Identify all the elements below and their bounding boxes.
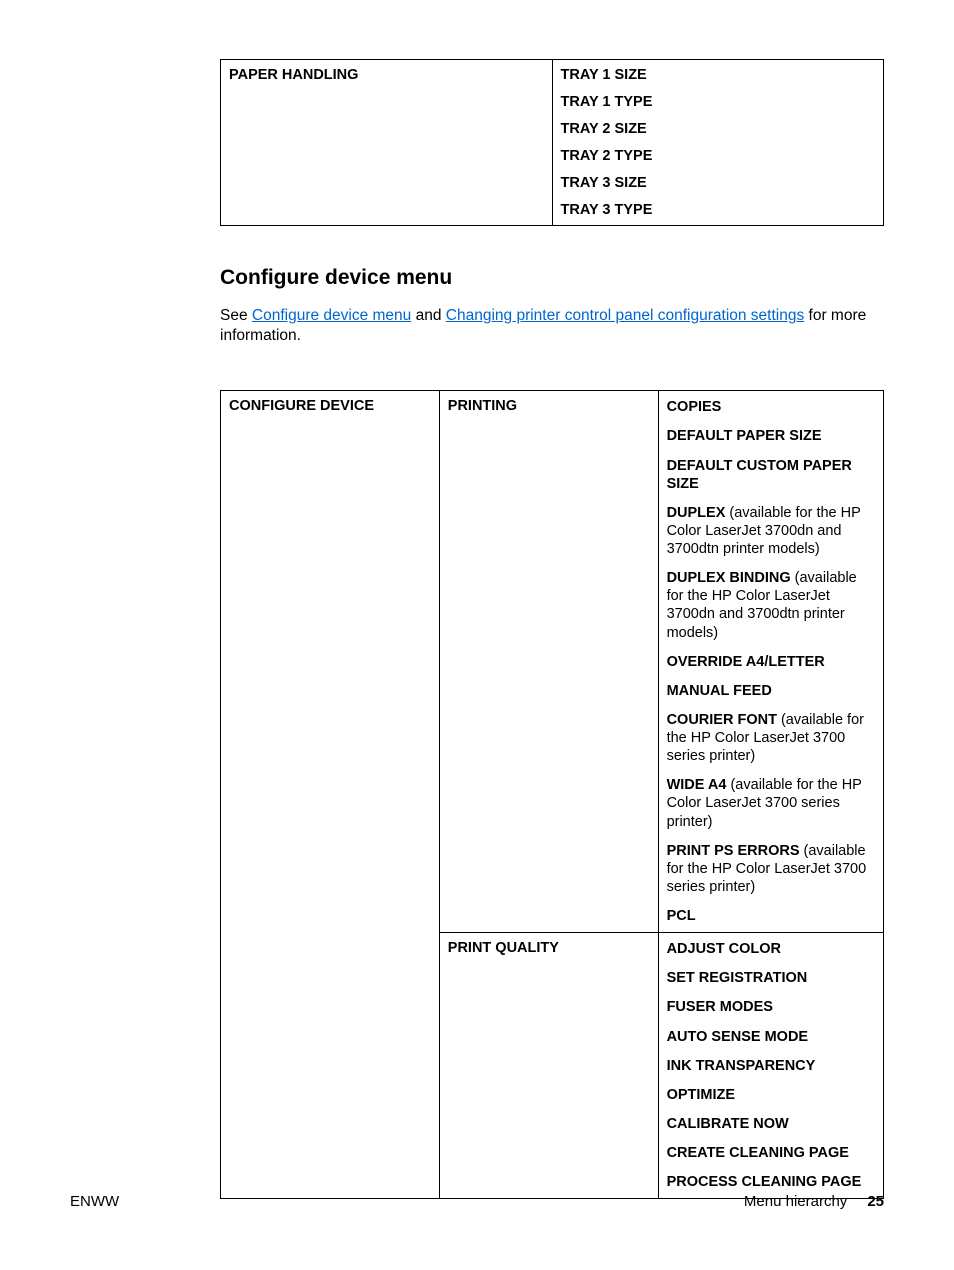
- footer-left: ENWW: [70, 1193, 119, 1210]
- tray-item: TRAY 3 TYPE: [561, 202, 876, 218]
- menu-item: MANUAL FEED: [667, 682, 875, 700]
- menu-item: COPIES: [667, 398, 875, 416]
- menu-item: ADJUST COLOR: [667, 940, 875, 958]
- menu-item: DUPLEX BINDING (available for the HP Col…: [667, 569, 875, 642]
- paper-handling-table: PAPER HANDLING TRAY 1 SIZE TRAY 1 TYPE T…: [220, 59, 884, 226]
- print-quality-items: ADJUST COLOR SET REGISTRATION FUSER MODE…: [658, 933, 883, 1199]
- paper-handling-items: TRAY 1 SIZE TRAY 1 TYPE TRAY 2 SIZE TRAY…: [552, 60, 884, 226]
- menu-item: DUPLEX (available for the HP Color Laser…: [667, 504, 875, 558]
- configure-device-table: CONFIGURE DEVICE PRINTING COPIES DEFAULT…: [220, 390, 884, 1199]
- printing-header: PRINTING: [439, 391, 658, 933]
- menu-item: PCL: [667, 907, 875, 925]
- menu-item: WIDE A4 (available for the HP Color Lase…: [667, 776, 875, 830]
- tray-item: TRAY 2 TYPE: [561, 148, 876, 164]
- paper-handling-header: PAPER HANDLING: [221, 60, 553, 226]
- section-heading: Configure device menu: [220, 266, 884, 290]
- menu-item: PRINT PS ERRORS (available for the HP Co…: [667, 842, 875, 896]
- intro-text: and: [411, 307, 445, 324]
- menu-item: AUTO SENSE MODE: [667, 1028, 875, 1046]
- printing-items: COPIES DEFAULT PAPER SIZE DEFAULT CUSTOM…: [658, 391, 883, 933]
- menu-item: DEFAULT PAPER SIZE: [667, 427, 875, 445]
- configure-device-header: CONFIGURE DEVICE: [221, 391, 440, 1199]
- tray-item: TRAY 3 SIZE: [561, 175, 876, 191]
- menu-item: DEFAULT CUSTOM PAPER SIZE: [667, 457, 875, 493]
- page-number: 25: [867, 1193, 884, 1210]
- menu-item: FUSER MODES: [667, 998, 875, 1016]
- tray-item: TRAY 2 SIZE: [561, 121, 876, 137]
- menu-item: INK TRANSPARENCY: [667, 1057, 875, 1075]
- link-configure-device-menu[interactable]: Configure device menu: [252, 307, 411, 324]
- page-footer: ENWW Menu hierarchy 25: [70, 1193, 884, 1210]
- print-quality-header: PRINT QUALITY: [439, 933, 658, 1199]
- link-changing-settings[interactable]: Changing printer control panel configura…: [446, 307, 804, 324]
- menu-item: SET REGISTRATION: [667, 969, 875, 987]
- menu-item: OVERRIDE A4/LETTER: [667, 653, 875, 671]
- tray-item: TRAY 1 SIZE: [561, 67, 876, 83]
- menu-item: CREATE CLEANING PAGE: [667, 1144, 875, 1162]
- intro-text: See: [220, 307, 252, 324]
- menu-item: OPTIMIZE: [667, 1086, 875, 1104]
- menu-item: COURIER FONT (available for the HP Color…: [667, 711, 875, 765]
- menu-item: CALIBRATE NOW: [667, 1115, 875, 1133]
- section-intro: See Configure device menu and Changing p…: [220, 306, 884, 346]
- footer-section-label: Menu hierarchy: [744, 1193, 847, 1210]
- menu-item: PROCESS CLEANING PAGE: [667, 1173, 875, 1191]
- tray-item: TRAY 1 TYPE: [561, 94, 876, 110]
